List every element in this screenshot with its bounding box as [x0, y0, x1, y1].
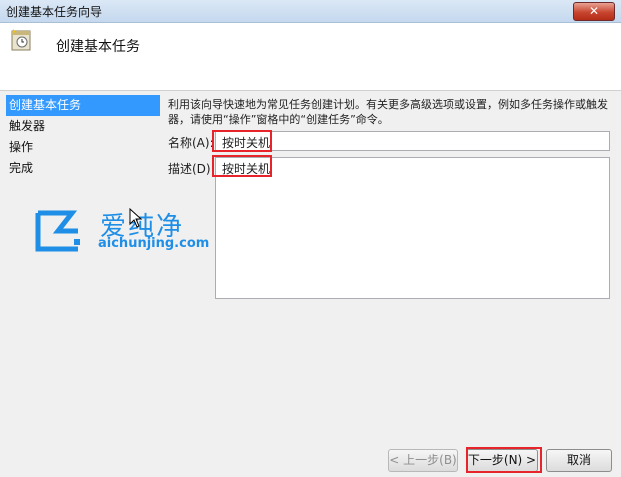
title-bar: 创建基本任务向导 ✕ [0, 0, 621, 23]
description-label: 描述(D): [168, 162, 215, 176]
wizard-description: 利用该向导快速地为常见任务创建计划。有关更多高级选项或设置，例如多任务操作或触发… [168, 98, 608, 126]
step-trigger[interactable]: 触发器 [6, 116, 160, 137]
watermark-url: aichunjing.com [98, 236, 210, 251]
page-title: 创建基本任务 [56, 39, 140, 55]
close-icon: ✕ [588, 4, 600, 18]
highlight-box-description [212, 155, 272, 177]
highlight-box-name [212, 130, 272, 152]
wizard-header: 创建基本任务 [0, 23, 621, 91]
task-scheduler-icon [11, 29, 31, 51]
description-textarea[interactable]: 按时关机 [215, 157, 610, 299]
wizard-steps: 创建基本任务 触发器 操作 完成 [6, 95, 160, 179]
mouse-cursor-icon [129, 208, 143, 228]
watermark-logo-icon [35, 210, 80, 252]
window-title: 创建基本任务向导 [6, 5, 103, 19]
highlight-box-next [466, 447, 542, 473]
close-button[interactable]: ✕ [573, 2, 615, 21]
step-action[interactable]: 操作 [6, 137, 160, 158]
name-input[interactable]: 按时关机 [215, 131, 610, 151]
back-button[interactable]: < 上一步(B) [388, 449, 458, 472]
step-finish[interactable]: 完成 [6, 158, 160, 179]
name-label: 名称(A): [168, 136, 214, 150]
cancel-button[interactable]: 取消 [546, 449, 612, 472]
step-create-basic-task[interactable]: 创建基本任务 [6, 95, 160, 116]
wizard-body: 创建基本任务 触发器 操作 完成 利用该向导快速地为常见任务创建计划。有关更多高… [0, 91, 621, 477]
